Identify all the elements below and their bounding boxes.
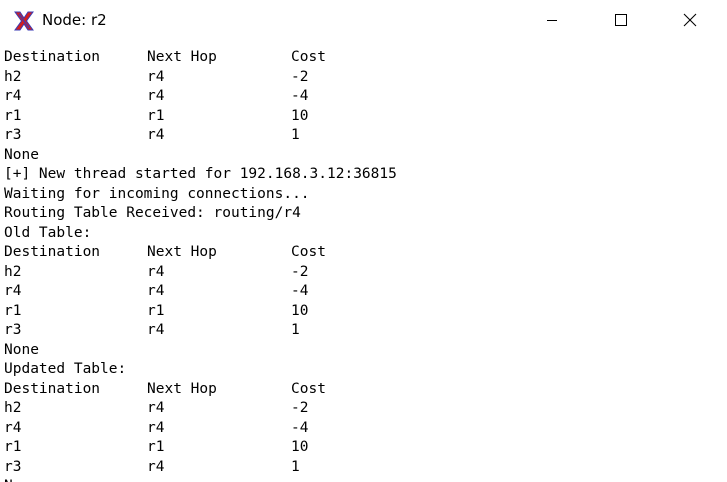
table-row: h2 r4 -2 [4,68,727,88]
row-destination: r3 [4,458,22,475]
row-next-hop: r4 [147,283,165,299]
column-destination: Destination [4,244,101,260]
output-line: N [4,477,727,482]
row-destination: r1 [4,439,22,455]
title-bar[interactable]: Node: r2 [0,0,727,40]
row-cost: -4 [291,419,309,436]
row-next-hop: r4 [147,127,165,143]
column-next-hop: Next Hop [147,244,217,260]
output-line: Routing Table Received: routing/r4 [4,205,301,221]
x-app-icon [14,11,34,31]
row-cost: 10 [291,107,309,124]
table-row: r3 r4 1 [4,458,727,478]
close-button[interactable] [667,0,713,40]
table-row: r3 r4 1 [4,321,727,341]
row-cost: -4 [291,88,309,104]
row-next-hop: r1 [147,439,165,455]
row-cost: 1 [291,458,300,475]
window-title: Node: r2 [42,11,107,29]
output-line: Old Table: [4,224,92,241]
table-row: r4 r4 -4 [4,419,727,439]
column-cost: Cost [291,49,326,65]
row-next-hop: r4 [147,400,165,416]
terminal-window: Node: r2 Destination Next Hop Cost h2 r4… [0,0,727,482]
output-line: Waiting for incoming connections... [4,185,310,202]
column-cost: Cost [291,244,326,260]
row-next-hop: r4 [147,88,165,104]
row-destination: r3 [4,322,22,338]
row-next-hop: r1 [147,302,165,319]
row-destination: h2 [4,68,22,85]
maximize-icon [615,14,627,26]
maximize-button[interactable] [598,0,644,40]
minimize-button[interactable] [529,0,575,40]
output-line: [+] New thread started for 192.168.3.12:… [4,166,397,182]
column-destination: Destination [4,49,101,65]
row-next-hop: r4 [147,419,165,436]
column-next-hop: Next Hop [147,49,217,65]
table-row: h2 r4 -2 [4,399,727,419]
table-header: Destination Next Hop Cost [4,243,727,263]
row-destination: r1 [4,107,22,124]
row-next-hop: r4 [147,458,165,475]
row-destination: h2 [4,263,22,280]
table-row: r1 r1 10 [4,107,727,127]
row-destination: r4 [4,88,22,104]
row-cost: 1 [291,127,300,143]
table-row: r1 r1 10 [4,302,727,322]
row-next-hop: r4 [147,322,165,338]
column-next-hop: Next Hop [147,380,217,397]
row-destination: r4 [4,419,22,436]
row-cost: 10 [291,302,309,319]
table-row: r3 r4 1 [4,126,727,146]
table-header: Destination Next Hop Cost [4,48,727,68]
table-row: r4 r4 -4 [4,87,727,107]
close-icon [683,13,697,27]
row-cost: -2 [291,400,309,416]
row-cost: -4 [291,283,309,299]
row-destination: r1 [4,302,22,319]
row-next-hop: r1 [147,107,165,124]
output-line: None [4,341,39,358]
minimize-icon [547,20,557,21]
row-cost: 10 [291,439,309,455]
row-cost: -2 [291,68,309,85]
row-destination: h2 [4,400,22,416]
table-row: r4 r4 -4 [4,282,727,302]
table-header: Destination Next Hop Cost [4,380,727,400]
table-row: r1 r1 10 [4,438,727,458]
output-line: None [4,146,39,163]
row-destination: r3 [4,127,22,143]
row-next-hop: r4 [147,68,165,85]
row-cost: 1 [291,322,300,338]
row-cost: -2 [291,263,309,280]
column-destination: Destination [4,380,101,397]
output-line: Updated Table: [4,361,127,377]
row-next-hop: r4 [147,263,165,280]
terminal-output[interactable]: Destination Next Hop Cost h2 r4 -2 r4 r4… [4,48,727,482]
row-destination: r4 [4,283,22,299]
table-row: h2 r4 -2 [4,263,727,283]
column-cost: Cost [291,380,326,397]
